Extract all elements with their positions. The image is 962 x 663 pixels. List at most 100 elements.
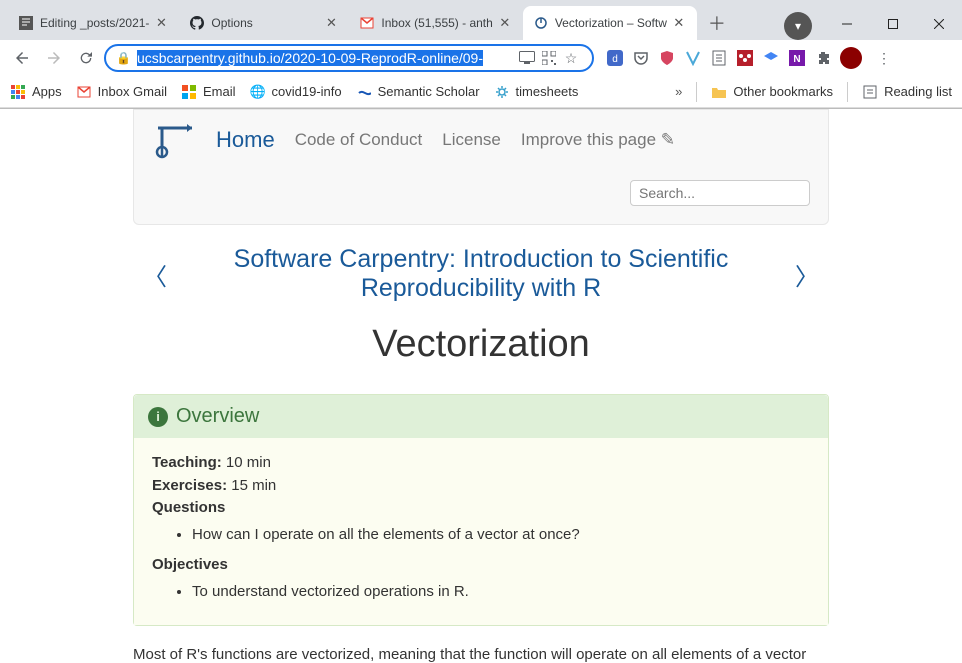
grid-icon (10, 84, 26, 100)
forward-button[interactable] (40, 44, 68, 72)
nav-home[interactable]: Home (216, 127, 275, 153)
github-icon (189, 15, 205, 31)
bookmark-apps[interactable]: Apps (10, 84, 62, 100)
nav-improve-label: Improve this page (521, 130, 656, 149)
objective-item: To understand vectorized operations in R… (192, 581, 810, 604)
tab-title: Inbox (51,555) - anth (381, 16, 492, 30)
close-icon[interactable]: ✕ (671, 15, 687, 31)
overview-header: i Overview (134, 395, 828, 438)
bookmarks-overflow[interactable]: » (675, 84, 682, 99)
ms-icon (181, 84, 197, 100)
reload-button[interactable] (72, 44, 100, 72)
power-icon (533, 15, 549, 31)
gmail-icon (76, 84, 92, 100)
other-bookmarks-label: Other bookmarks (733, 84, 833, 99)
close-window-button[interactable] (916, 8, 962, 40)
folder-icon (711, 84, 727, 100)
minimize-button[interactable] (824, 8, 870, 40)
tab-title: Editing _posts/2021- (40, 16, 149, 30)
nav-code-of-conduct[interactable]: Code of Conduct (295, 130, 423, 150)
ext-icon-v[interactable] (684, 49, 702, 67)
tab-options[interactable]: Options ✕ (179, 6, 349, 40)
tab-title: Options (211, 16, 319, 30)
close-icon[interactable]: ✕ (497, 15, 513, 31)
globe-icon: 🌐 (250, 84, 266, 100)
maximize-button[interactable] (870, 8, 916, 40)
star-icon[interactable]: ☆ (560, 50, 582, 67)
search-input[interactable] (630, 180, 810, 206)
ext-icon-shield[interactable] (658, 49, 676, 67)
extensions-icon[interactable] (814, 49, 832, 67)
prev-episode-button[interactable]: 〈 (133, 257, 177, 292)
ext-icon-1[interactable]: d (606, 49, 624, 67)
next-episode-button[interactable]: 〉 (785, 257, 829, 292)
bookmark-inbox-gmail[interactable]: Inbox Gmail (76, 84, 167, 100)
objectives-label: Objectives (152, 556, 228, 573)
exercises-value: 15 min (231, 477, 276, 494)
tab-editing-posts[interactable]: Editing _posts/2021- ✕ (8, 6, 179, 40)
gear-icon (494, 84, 510, 100)
onenote-icon[interactable]: N (788, 49, 806, 67)
url-text: ucsbcarpentry.github.io/2020-10-09-Repro… (137, 50, 516, 66)
bookmark-semantic-scholar[interactable]: Semantic Scholar (356, 84, 480, 100)
window-controls (824, 8, 962, 40)
bookmark-label: timesheets (516, 84, 579, 99)
new-tab-button[interactable]: ＋ (703, 9, 731, 37)
browser-chrome: Editing _posts/2021- ✕ Options ✕ Inbox (… (0, 0, 962, 109)
svg-text:N: N (793, 54, 800, 65)
page-title: Vectorization (133, 323, 829, 366)
nav-license[interactable]: License (442, 130, 501, 150)
lock-icon: 🔒 (116, 51, 131, 65)
send-to-device-icon[interactable] (516, 51, 538, 65)
tab-title: Vectorization – Softw (555, 16, 667, 30)
pencil-icon: ✎ (661, 130, 675, 149)
back-button[interactable] (8, 44, 36, 72)
overview-body: Teaching: 10 min Exercises: 15 min Quest… (134, 438, 828, 625)
gmail-icon (359, 15, 375, 31)
profile-avatar[interactable] (840, 47, 862, 69)
overview-label: Overview (176, 405, 259, 428)
episode-nav: 〈 Software Carpentry: Introduction to Sc… (133, 245, 829, 303)
info-icon: i (148, 407, 168, 427)
tab-vectorization[interactable]: Vectorization – Softw ✕ (523, 6, 697, 40)
nav-improve-page[interactable]: Improve this page ✎ (521, 130, 675, 150)
site-nav: Home Code of Conduct License Improve thi… (133, 109, 829, 225)
question-item: How can I operate on all the elements of… (192, 524, 810, 547)
media-control-button[interactable]: ▾ (784, 12, 812, 40)
bookmarks-bar: Apps Inbox Gmail Email 🌐 covid19-info Se… (0, 76, 962, 108)
questions-label: Questions (152, 499, 225, 516)
close-icon[interactable]: ✕ (323, 15, 339, 31)
bookmark-email[interactable]: Email (181, 84, 236, 100)
page-viewport[interactable]: Home Code of Conduct License Improve thi… (0, 109, 962, 662)
bookmark-covid[interactable]: 🌐 covid19-info (250, 84, 342, 100)
course-title-link[interactable]: Software Carpentry: Introduction to Scie… (177, 245, 785, 303)
qr-icon[interactable] (538, 51, 560, 65)
bookmark-timesheets[interactable]: timesheets (494, 84, 579, 100)
pocket-icon[interactable] (632, 49, 650, 67)
ext-icon-doc[interactable] (710, 49, 728, 67)
mendeley-icon[interactable] (736, 49, 754, 67)
address-bar[interactable]: 🔒 ucsbcarpentry.github.io/2020-10-09-Rep… (104, 44, 594, 72)
tab-strip: Editing _posts/2021- ✕ Options ✕ Inbox (… (0, 0, 772, 40)
other-bookmarks[interactable]: Other bookmarks (711, 84, 833, 100)
close-icon[interactable]: ✕ (153, 15, 169, 31)
overview-box: i Overview Teaching: 10 min Exercises: 1… (133, 394, 829, 626)
bookmark-label: Inbox Gmail (98, 84, 167, 99)
bookmark-label: Email (203, 84, 236, 99)
carpentry-logo-icon[interactable] (152, 120, 196, 160)
exercises-label: Exercises: (152, 477, 227, 494)
edit-icon (18, 15, 34, 31)
ss-icon (356, 84, 372, 100)
reading-list[interactable]: Reading list (862, 84, 952, 100)
svg-text:d: d (612, 54, 618, 65)
bookmark-label: Semantic Scholar (378, 84, 480, 99)
bookmark-label: Apps (32, 84, 62, 99)
ext-icon-grad[interactable] (762, 49, 780, 67)
menu-button[interactable]: ⋮ (870, 44, 898, 72)
body-paragraph: Most of R's functions are vectorized, me… (133, 644, 829, 662)
toolbar: 🔒 ucsbcarpentry.github.io/2020-10-09-Rep… (0, 40, 962, 76)
tab-inbox[interactable]: Inbox (51,555) - anth ✕ (349, 6, 522, 40)
list-icon (862, 84, 878, 100)
bookmark-label: covid19-info (272, 84, 342, 99)
teaching-value: 10 min (226, 454, 271, 471)
